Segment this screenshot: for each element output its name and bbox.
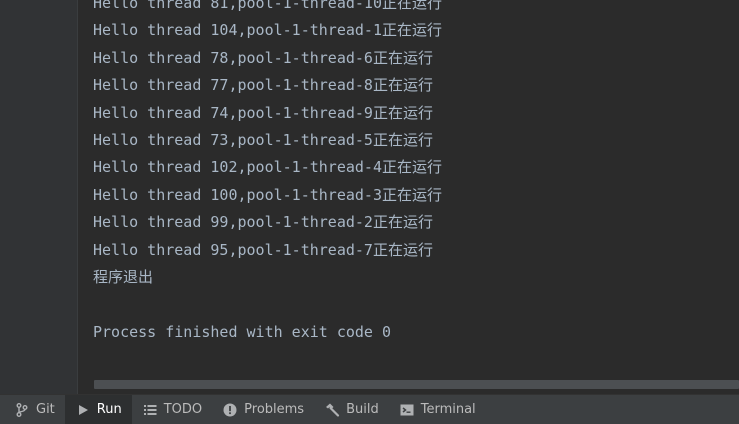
build-hammer-icon [324,402,340,418]
console-line: Hello thread 102,pool-1-thread-4正在运行 [93,158,442,177]
bottom-tool-window-bar: Git Run TODO Problems Build Terminal [0,394,739,424]
tab-build-label: Build [346,402,379,417]
tab-terminal-label: Terminal [420,402,476,417]
console-gutter [0,0,78,394]
tab-run[interactable]: Run [64,395,132,424]
tab-terminal[interactable]: Terminal [389,395,486,424]
tab-problems[interactable]: Problems [212,395,314,424]
console-line-exit-message: 程序退出 [93,267,154,286]
terminal-icon [399,402,415,418]
console-line: Hello thread 99,pool-1-thread-2正在运行 [93,213,433,232]
console-line: Hello thread 78,pool-1-thread-6正在运行 [93,48,433,67]
tab-build[interactable]: Build [314,395,389,424]
console-line: Hello thread 95,pool-1-thread-7正在运行 [93,240,433,259]
tab-todo[interactable]: TODO [132,395,212,424]
todo-list-icon [142,402,158,418]
console-line: Hello thread 104,pool-1-thread-1正在运行 [93,21,442,40]
tab-problems-label: Problems [244,402,305,417]
git-branch-icon [14,402,30,418]
problems-warning-icon [222,402,238,418]
console-line: Hello thread 74,pool-1-thread-9正在运行 [93,103,433,122]
console-line: Hello thread 81,pool-1-thread-10正在运行 [93,0,442,12]
console-line: Hello thread 100,pool-1-thread-3正在运行 [93,185,442,204]
tab-git[interactable]: Git [0,395,65,424]
console-line: Hello thread 73,pool-1-thread-5正在运行 [93,130,433,149]
console-line-blank [93,291,442,318]
tab-git-label: Git [36,402,55,417]
console-lines: Hello thread 81,pool-1-thread-10正在运行 Hel… [93,0,442,346]
tab-todo-label: TODO [163,402,203,417]
ide-run-window: Hello thread 81,pool-1-thread-10正在运行 Hel… [0,0,739,424]
run-play-icon [75,402,91,418]
console-line: Hello thread 77,pool-1-thread-8正在运行 [93,76,433,95]
horizontal-scrollbar[interactable] [94,380,739,389]
console-line-process-finished: Process finished with exit code 0 [93,322,392,341]
console-output[interactable]: Hello thread 81,pool-1-thread-10正在运行 Hel… [79,0,739,394]
tab-run-label: Run [96,402,122,417]
